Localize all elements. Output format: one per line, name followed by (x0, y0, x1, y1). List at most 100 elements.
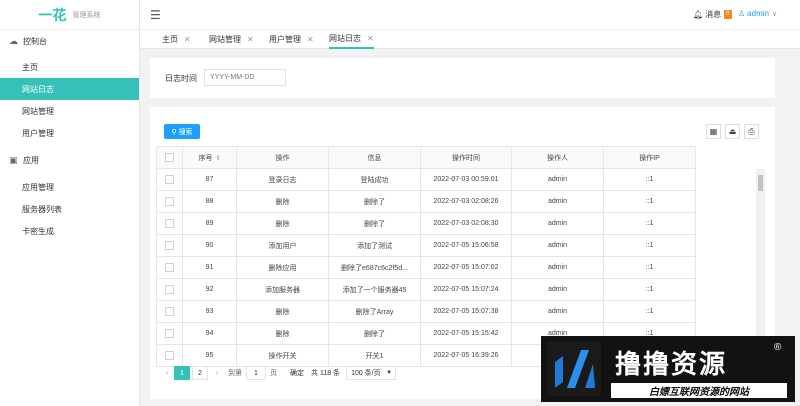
watermark-icon (547, 342, 601, 396)
row-select-cell[interactable] (156, 300, 183, 323)
row-checkbox[interactable] (165, 285, 174, 294)
log-table: 序号 ⇕ 操作 信息 操作时间 操作人 操作IP 87 登录日志 登陆成功 2022-0… (156, 146, 696, 367)
tab-site-log[interactable]: 网站日志 ✕ (329, 30, 374, 49)
select-all-cell[interactable] (156, 146, 183, 169)
sidebar-group-apps[interactable]: ▣ 应用 (0, 149, 139, 171)
row-select-cell[interactable] (156, 190, 183, 213)
row-select-cell[interactable] (156, 322, 183, 345)
columns-icon: ▦ (709, 127, 718, 136)
export-button[interactable]: ⏏ (725, 124, 740, 139)
search-button[interactable]: ⚲ 搜索 (164, 124, 200, 139)
cell-id: 93 (182, 300, 237, 323)
row-select-cell[interactable] (156, 256, 183, 279)
columns-filter-button[interactable]: ▦ (706, 124, 721, 139)
cell-ip: ::1 (603, 300, 696, 323)
sidebar-item-card-gen[interactable]: 卡密生成 (0, 220, 139, 242)
watermark-title: 撸撸资源 (615, 350, 728, 380)
row-checkbox[interactable] (165, 219, 174, 228)
row-select-cell[interactable] (156, 278, 183, 301)
total-count: 共 118 条 (311, 370, 341, 377)
col-header-time: 操作时间 (420, 146, 512, 169)
scrollbar-thumb[interactable] (758, 175, 763, 191)
sidebar-item-site-log[interactable]: 网站日志 (0, 78, 139, 100)
cell-ip: ::1 (603, 190, 696, 213)
cell-action: 删除 (236, 190, 329, 213)
goto-confirm-button[interactable]: 确定 (287, 368, 307, 378)
table-row[interactable]: 91 删除应用 删除了e687c6c2f5d... 2022-07-05 15:07:… (156, 256, 696, 279)
row-checkbox[interactable] (165, 351, 174, 360)
table-row[interactable]: 89 删除 删除了 2022-07-03 02:08:30 admin::1 (156, 212, 696, 235)
row-checkbox[interactable] (165, 329, 174, 338)
page-unit-label: 页 (270, 370, 277, 377)
cell-ip: ::1 (603, 256, 696, 279)
watermark-reg: ® (774, 342, 782, 353)
row-select-cell[interactable] (156, 168, 183, 191)
cell-action: 删除 (236, 322, 329, 345)
row-select-cell[interactable] (156, 234, 183, 257)
messages-badge: 0 (724, 10, 732, 19)
row-checkbox[interactable] (165, 175, 174, 184)
cell-operator: admin (511, 278, 604, 301)
sidebar-item-home[interactable]: 主页 (0, 56, 139, 78)
sidebar-group-label: 应用 (23, 155, 39, 165)
table-row[interactable]: 90 添加用户 添加了测试 2022-07-05 15:06:58 admin::1 (156, 234, 696, 257)
sidebar-item-site-manage[interactable]: 网站管理 (0, 100, 139, 122)
row-select-cell[interactable] (156, 212, 183, 235)
cell-action: 删除应用 (236, 256, 329, 279)
user-menu[interactable]: ♙ admin ∨ (738, 9, 777, 18)
sidebar-item-server-list[interactable]: 服务器列表 (0, 198, 139, 220)
table-row[interactable]: 87 登录日志 登陆成功 2022-07-03 00:59:01 admin::1 (156, 168, 696, 191)
col-header-ip: 操作IP (603, 146, 696, 169)
cell-id: 94 (182, 322, 237, 345)
sidebar-item-app-manage[interactable]: 应用管理 (0, 176, 139, 198)
cell-id: 95 (182, 344, 237, 367)
row-checkbox[interactable] (165, 197, 174, 206)
cell-time: 2022-07-05 15:07:38 (420, 300, 512, 323)
page-2-button[interactable]: 2 (192, 366, 208, 380)
table-header-row: 序号 ⇕ 操作 信息 操作时间 操作人 操作IP (156, 146, 696, 169)
bell-icon: 🔔︎ (693, 10, 704, 19)
tab-label: 网站管理 (209, 35, 241, 44)
cell-info: 删除了Array (328, 300, 421, 323)
filter-card: 日志时间 (150, 58, 775, 98)
close-icon[interactable]: ✕ (307, 35, 314, 44)
tab-site-manage[interactable]: 网站管理 ✕ (209, 30, 254, 49)
print-button[interactable]: ⎙ (744, 124, 759, 139)
tab-user-manage[interactable]: 用户管理 ✕ (269, 30, 314, 49)
sort-icon[interactable]: ⇕ (215, 156, 220, 162)
sidebar-item-user-manage[interactable]: 用户管理 (0, 122, 139, 144)
table-row[interactable]: 88 删除 删除了 2022-07-03 02:08:26 admin::1 (156, 190, 696, 213)
row-checkbox[interactable] (165, 241, 174, 250)
table-row[interactable]: 93 删除 删除了Array 2022-07-05 15:07:38 admin::1 (156, 300, 696, 323)
next-page-icon[interactable]: › (210, 366, 224, 380)
search-icon: ⚲ (171, 128, 177, 136)
sidebar-group-console[interactable]: ☁ 控制台 (0, 30, 139, 52)
messages-button[interactable]: 🔔︎ 消息 0 (693, 9, 732, 20)
tab-label: 主页 (162, 35, 178, 44)
row-select-cell[interactable] (156, 344, 183, 367)
page-size-select[interactable]: 100 条/页 ▼ (346, 366, 397, 380)
prev-page-icon[interactable]: ‹ (160, 366, 174, 380)
tab-label: 用户管理 (269, 35, 301, 44)
log-time-input[interactable] (204, 69, 286, 86)
logo[interactable]: 一花 管理系统 (0, 0, 139, 30)
close-icon[interactable]: ✕ (247, 35, 254, 44)
cell-info: 删除了e687c6c2f5d... (328, 256, 421, 279)
tab-home[interactable]: 主页 ✕ (162, 30, 191, 49)
cell-operator: admin (511, 256, 604, 279)
table-row[interactable]: 92 添加服务器 添加了一个服务器45 2022-07-05 15:07:24 admi… (156, 278, 696, 301)
select-all-checkbox[interactable] (165, 153, 174, 162)
goto-page-input[interactable]: 1 (246, 366, 266, 380)
cell-time: 2022-07-05 16:39:26 (420, 344, 512, 367)
cell-info: 删除了 (328, 322, 421, 345)
row-checkbox[interactable] (165, 307, 174, 316)
user-icon: ♙ (738, 9, 746, 18)
close-icon[interactable]: ✕ (184, 35, 191, 44)
cell-time: 2022-07-05 15:06:58 (420, 234, 512, 257)
cell-operator: admin (511, 212, 604, 235)
row-checkbox[interactable] (165, 263, 174, 272)
page-1-button[interactable]: 1 (174, 366, 190, 380)
menu-toggle-icon[interactable]: ☰ (150, 8, 161, 22)
col-header-id[interactable]: 序号 ⇕ (182, 146, 237, 169)
close-icon[interactable]: ✕ (367, 34, 374, 43)
